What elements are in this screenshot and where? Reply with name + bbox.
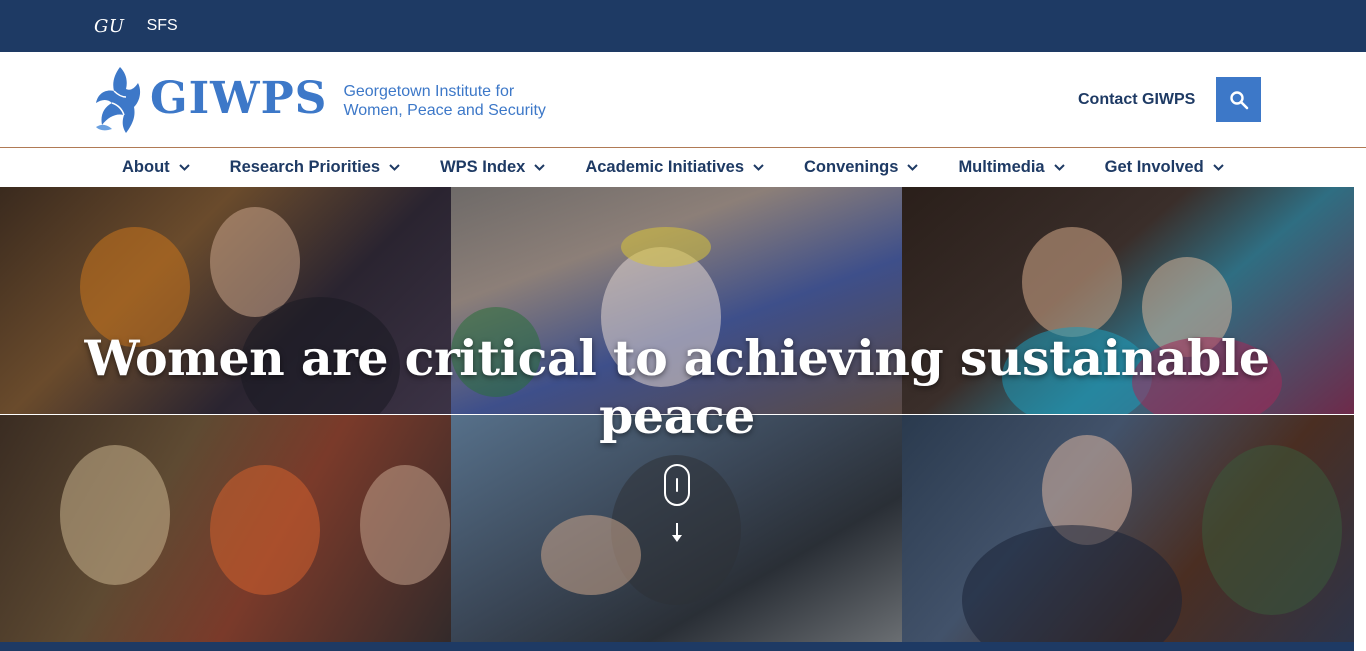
chevron-down-icon	[534, 164, 546, 171]
nav-item-label: Convenings	[804, 158, 899, 176]
nav-item-label: Research Priorities	[229, 158, 381, 176]
nav-item-research-priorities[interactable]: Research Priorities	[230, 158, 400, 177]
hero-photo-tile	[0, 415, 451, 642]
nav-item-label: Get Involved	[1104, 158, 1204, 176]
sfs-link[interactable]: SFS	[147, 17, 178, 35]
site-logo[interactable]: GIWPS Georgetown Institute for Women, Pe…	[92, 65, 546, 133]
contact-link[interactable]: Contact GIWPS	[1078, 91, 1195, 109]
nav-item-academic-initiatives[interactable]: Academic Initiatives	[585, 158, 764, 177]
mouse-scroll-icon[interactable]	[664, 464, 690, 506]
site-header: GIWPS Georgetown Institute for Women, Pe…	[0, 52, 1366, 147]
nav-item-get-involved[interactable]: Get Involved	[1105, 158, 1224, 177]
logo-subtitle-line1: Georgetown Institute for	[343, 83, 515, 100]
nav-item-multimedia[interactable]: Multimedia	[958, 158, 1065, 177]
hero-photo-tile	[902, 415, 1354, 642]
chevron-down-icon	[907, 164, 919, 171]
bottom-band	[0, 642, 1354, 651]
nav-item-label: About	[122, 158, 170, 176]
chevron-down-icon	[1212, 164, 1224, 171]
chevron-down-icon	[753, 164, 764, 171]
hero-banner: Women are critical to achieving sustaina…	[0, 187, 1354, 642]
nav-item-label: Multimedia	[958, 158, 1045, 176]
nav-item-about[interactable]: About	[122, 158, 190, 177]
search-button[interactable]	[1216, 77, 1261, 122]
logo-wordmark: GIWPS	[150, 73, 328, 124]
nav-item-label: Academic Initiatives	[585, 158, 744, 176]
chevron-down-icon	[1053, 164, 1065, 171]
page-scrollbar[interactable]	[1354, 187, 1366, 651]
chevron-down-icon	[178, 164, 190, 171]
hero-headline: Women are critical to achieving sustaina…	[84, 329, 1270, 445]
logo-subtitle: Georgetown Institute for Women, Peace an…	[343, 82, 545, 120]
dove-emblem-icon	[96, 67, 141, 133]
logo-subtitle-line2: Women, Peace and Security	[343, 102, 546, 119]
nav-item-wps-index[interactable]: WPS Index	[440, 158, 546, 177]
search-icon	[1229, 90, 1248, 109]
nav-item-label: WPS Index	[440, 158, 526, 176]
georgetown-link[interactable]: GU	[94, 16, 125, 37]
arrow-down-icon	[672, 523, 682, 542]
main-nav: About Research Priorities WPS Index Acad…	[0, 148, 1366, 187]
chevron-down-icon	[389, 164, 400, 171]
nav-item-convenings[interactable]: Convenings	[804, 158, 919, 177]
utility-bar: GU SFS	[0, 0, 1366, 52]
